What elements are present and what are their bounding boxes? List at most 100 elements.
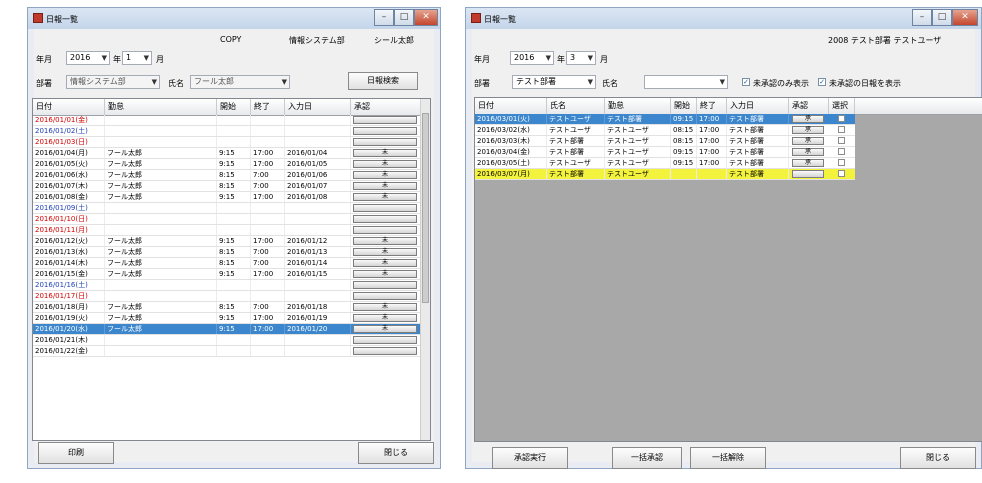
approve-cell-button[interactable]: 未 bbox=[353, 237, 417, 245]
approve-cell-button[interactable] bbox=[353, 292, 417, 300]
column-header-date[interactable]: 日付 bbox=[475, 98, 547, 114]
title-bar[interactable]: 日報一覧 – □ ✕ bbox=[28, 8, 440, 29]
table-row[interactable]: 2016/03/03(木) テスト部署 テストユーザ 08:15 17:00 テスト部署承 bbox=[475, 136, 855, 147]
month-select[interactable]: 1 ▼ bbox=[122, 51, 152, 65]
table-row[interactable]: 2016/01/22(金) bbox=[33, 346, 422, 357]
table-row[interactable]: 2016/01/14(木) フール太郎 8:15 7:00 2016/01/14 未 bbox=[33, 258, 422, 269]
month-select[interactable]: 3 ▼ bbox=[566, 51, 596, 65]
approve-cell-button[interactable] bbox=[792, 170, 824, 178]
maximize-button[interactable]: □ bbox=[394, 9, 414, 26]
column-header-approve[interactable]: 承認 bbox=[351, 99, 423, 115]
table-row[interactable]: 2016/01/05(火) フール太郎 9:15 17:00 2016/01/05 未 bbox=[33, 159, 422, 170]
table-row[interactable]: 2016/01/20(水) フール太郎 9:15 17:00 2016/01/20 未 bbox=[33, 324, 422, 335]
select-checkbox[interactable] bbox=[838, 148, 845, 155]
column-header-end[interactable]: 終了 bbox=[251, 99, 285, 115]
table-row[interactable]: 2016/01/15(金) フール太郎 9:15 17:00 2016/01/15 未 bbox=[33, 269, 422, 280]
column-header-start[interactable]: 開始 bbox=[671, 98, 697, 114]
show-unapproved-checkbox[interactable]: ✓ bbox=[818, 78, 826, 86]
column-header-name[interactable]: 氏名 bbox=[547, 98, 605, 114]
column-header-end[interactable]: 終了 bbox=[697, 98, 727, 114]
table-row[interactable]: 2016/01/01(金) bbox=[33, 115, 422, 126]
maximize-button[interactable]: □ bbox=[932, 9, 952, 26]
column-header-start[interactable]: 開始 bbox=[217, 99, 251, 115]
table-row[interactable]: 2016/01/16(土) bbox=[33, 280, 422, 291]
table-row[interactable]: 2016/01/13(水) フール太郎 8:15 7:00 2016/01/13 未 bbox=[33, 247, 422, 258]
table-row[interactable]: 2016/01/10(日) bbox=[33, 214, 422, 225]
approve-cell-button[interactable]: 承 bbox=[792, 115, 824, 123]
approve-cell-button[interactable] bbox=[353, 215, 417, 223]
table-row[interactable]: 2016/01/07(木) フール太郎 8:15 7:00 2016/01/07 未 bbox=[33, 181, 422, 192]
table-row[interactable]: 2016/01/18(月) フール太郎 8:15 7:00 2016/01/18 未 bbox=[33, 302, 422, 313]
approve-cell-button[interactable]: 未 bbox=[353, 325, 417, 333]
bulk-release-button[interactable]: 一括解除 bbox=[690, 447, 766, 469]
approve-cell-button[interactable] bbox=[353, 347, 417, 355]
select-checkbox[interactable] bbox=[838, 159, 845, 166]
select-checkbox[interactable] bbox=[838, 170, 845, 177]
close-window-button[interactable]: 閉じる bbox=[900, 447, 976, 469]
column-header-approve[interactable]: 承認 bbox=[789, 98, 829, 114]
column-header-input[interactable]: 入力日 bbox=[285, 99, 351, 115]
table-row[interactable]: 2016/01/03(日) bbox=[33, 137, 422, 148]
department-select[interactable]: テスト部署 ▼ bbox=[512, 75, 596, 89]
column-header-kintai[interactable]: 勤怠 bbox=[105, 99, 217, 115]
table-row[interactable]: 2016/01/04(月) フール太郎 9:15 17:00 2016/01/04 未 bbox=[33, 148, 422, 159]
title-bar[interactable]: 日報一覧 – □ ✕ bbox=[466, 8, 981, 29]
unapproved-only-checkbox[interactable]: ✓ bbox=[742, 78, 750, 86]
bulk-approve-button[interactable]: 一括承認 bbox=[612, 447, 682, 469]
approve-cell-button[interactable]: 未 bbox=[353, 248, 417, 256]
table-row[interactable]: 2016/01/08(金) フール太郎 9:15 17:00 2016/01/08 未 bbox=[33, 192, 422, 203]
scroll-thumb[interactable] bbox=[422, 113, 429, 303]
approve-cell-button[interactable]: 未 bbox=[353, 270, 417, 278]
approve-cell-button[interactable]: 未 bbox=[353, 303, 417, 311]
approve-cell-button[interactable]: 未 bbox=[353, 259, 417, 267]
minimize-button[interactable]: – bbox=[912, 9, 932, 26]
approve-cell-button[interactable] bbox=[353, 336, 417, 344]
staff-select[interactable]: ▼ bbox=[644, 75, 728, 89]
column-header-date[interactable]: 日付 bbox=[33, 99, 105, 115]
column-header-input[interactable]: 入力日 bbox=[727, 98, 789, 114]
table-row[interactable]: 2016/01/09(土) bbox=[33, 203, 422, 214]
approve-cell-button[interactable]: 未 bbox=[353, 149, 417, 157]
report-grid[interactable]: 日付 勤怠 開始 終了 入力日 承認 2016/01/01(金) 2016/01/02(土)… bbox=[32, 98, 431, 441]
table-row[interactable]: 2016/01/21(木) bbox=[33, 335, 422, 346]
select-checkbox[interactable] bbox=[838, 126, 845, 133]
table-row[interactable]: 2016/03/01(火) テストユーザ テスト部署 09:15 17:00 テスト部署承 bbox=[475, 114, 855, 125]
table-row[interactable]: 2016/01/11(月) bbox=[33, 225, 422, 236]
approve-cell-button[interactable]: 承 bbox=[792, 137, 824, 145]
approve-cell-button[interactable]: 未 bbox=[353, 193, 417, 201]
table-row[interactable]: 2016/01/19(火) フール太郎 9:15 17:00 2016/01/19 未 bbox=[33, 313, 422, 324]
close-button[interactable]: ✕ bbox=[952, 9, 978, 26]
year-select[interactable]: 2016 ▼ bbox=[66, 51, 110, 65]
approve-cell-button[interactable] bbox=[353, 204, 417, 212]
approve-cell-button[interactable]: 承 bbox=[792, 159, 824, 167]
report-search-button[interactable]: 日報検索 bbox=[348, 72, 418, 90]
approve-cell-button[interactable]: 未 bbox=[353, 160, 417, 168]
table-row[interactable]: 2016/01/02(土) bbox=[33, 126, 422, 137]
table-row[interactable]: 2016/01/12(火) フール太郎 9:15 17:00 2016/01/12 未 bbox=[33, 236, 422, 247]
approve-cell-button[interactable]: 未 bbox=[353, 314, 417, 322]
approve-cell-button[interactable]: 承 bbox=[792, 148, 824, 156]
table-row[interactable]: 2016/03/07(月) テスト部署 テストユーザ テスト部署 bbox=[475, 169, 855, 180]
column-header-kintai[interactable]: 勤怠 bbox=[605, 98, 671, 114]
report-grid[interactable]: 日付 氏名 勤怠 開始 終了 入力日 承認 選択 2016/03/01(火) テストユーザ テスト… bbox=[474, 97, 982, 442]
approve-cell-button[interactable] bbox=[353, 116, 417, 124]
table-row[interactable]: 2016/01/17(日) bbox=[33, 291, 422, 302]
table-row[interactable]: 2016/01/06(水) フール太郎 8:15 7:00 2016/01/06 未 bbox=[33, 170, 422, 181]
approve-cell-button[interactable] bbox=[353, 127, 417, 135]
approve-cell-button[interactable] bbox=[353, 226, 417, 234]
table-row[interactable]: 2016/03/04(金) テスト部署 テストユーザ 09:15 17:00 テスト部署承 bbox=[475, 147, 855, 158]
close-window-button[interactable]: 閉じる bbox=[358, 442, 434, 464]
table-row[interactable]: 2016/03/05(土) テストユーザ テストユーザ 09:15 17:00 テスト部署… bbox=[475, 158, 855, 169]
minimize-button[interactable]: – bbox=[374, 9, 394, 26]
department-select[interactable]: 情報システム部 ▼ bbox=[66, 75, 160, 89]
approve-cell-button[interactable]: 未 bbox=[353, 171, 417, 179]
approve-cell-button[interactable]: 承 bbox=[792, 126, 824, 134]
approve-execute-button[interactable]: 承認実行 bbox=[492, 447, 568, 469]
table-row[interactable]: 2016/03/02(水) テストユーザ テストユーザ 08:15 17:00 テスト部署… bbox=[475, 125, 855, 136]
select-checkbox[interactable] bbox=[838, 137, 845, 144]
close-button[interactable]: ✕ bbox=[414, 9, 438, 26]
select-checkbox[interactable] bbox=[838, 115, 845, 122]
approve-cell-button[interactable]: 未 bbox=[353, 182, 417, 190]
approve-cell-button[interactable] bbox=[353, 281, 417, 289]
staff-select[interactable]: フール太郎 ▼ bbox=[190, 75, 290, 89]
